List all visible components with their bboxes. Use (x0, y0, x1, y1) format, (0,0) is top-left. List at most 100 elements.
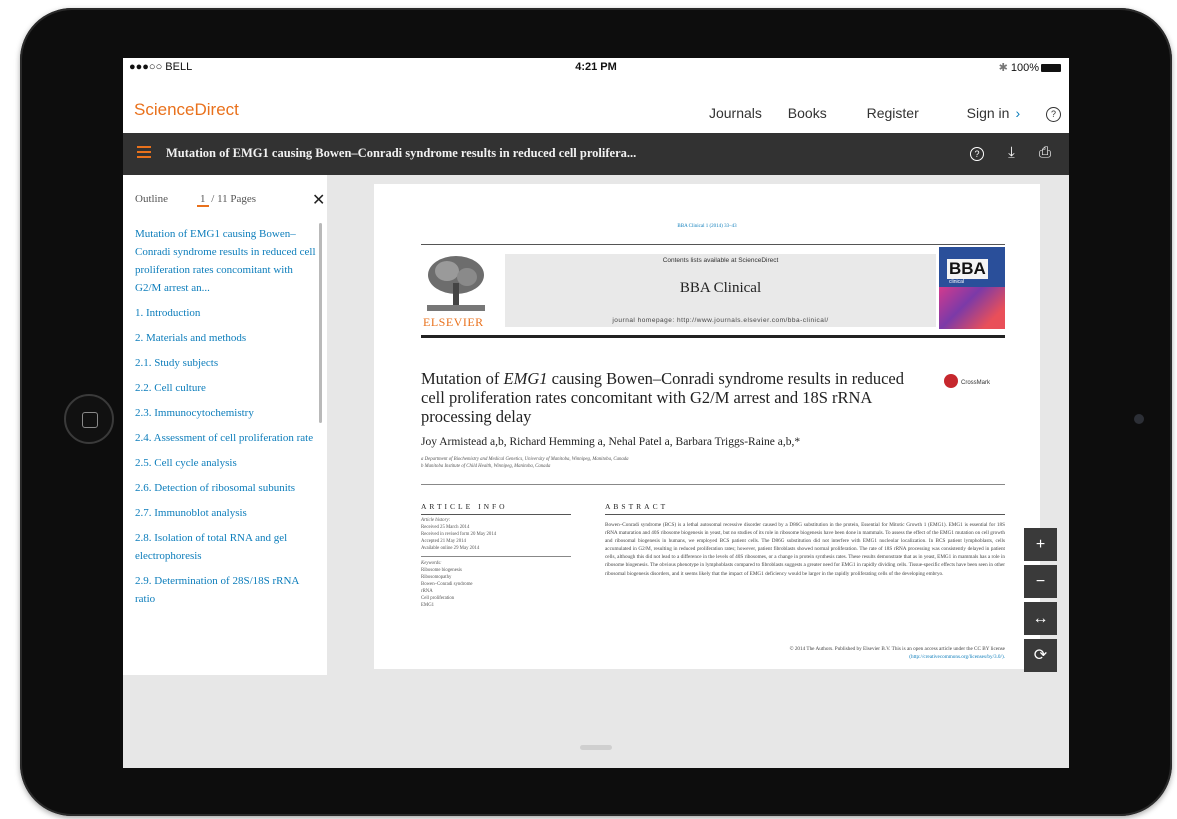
keyword: Ribosomopathy (421, 575, 452, 580)
outline-menu-icon[interactable] (137, 146, 151, 160)
outline-item[interactable]: 2.1. Study subjects (135, 354, 317, 372)
register-link[interactable]: Register (867, 105, 919, 121)
sign-in-label: Sign in (966, 105, 1010, 121)
outline-item[interactable]: 2.9. Determination of 28S/18S rRNA ratio (135, 572, 317, 608)
history-label: Article history: (421, 518, 451, 523)
cover-subtitle: clinical (949, 279, 965, 285)
page-indicator: 1 / 11 Pages (197, 193, 257, 207)
status-bar: ●●●○○ BELL 4:21 PM ✱ 100% (123, 58, 1069, 78)
article-info-heading: ARTICLE INFO (421, 502, 508, 511)
keyword: Ribosome biogenesis (421, 568, 462, 573)
info-rule (421, 514, 571, 515)
header-rule (421, 244, 1005, 245)
contents-lists-text: Contents lists available at ScienceDirec… (662, 257, 779, 264)
affiliation-a: a Department of Biochemistry and Medical… (421, 457, 629, 462)
cover-title: BBA (947, 259, 988, 279)
zoom-controls: + − ↔ ⟳ (1024, 528, 1057, 676)
journal-homepage[interactable]: journal homepage: http://www.journals.el… (505, 317, 936, 324)
license-text: © 2014 The Authors. Published by Elsevie… (789, 646, 1005, 652)
keyword: Cell proliferation (421, 596, 455, 601)
home-button[interactable] (64, 394, 114, 444)
journal-cover-image: BBA clinical (939, 247, 1005, 329)
help-icon[interactable]: ? (970, 147, 984, 161)
title-text: Mutation of (421, 369, 504, 388)
outline-panel: Outline 1 / 11 Pages ✕ Mutation of EMG1 … (123, 175, 327, 675)
total-pages: 11 Pages (217, 193, 257, 205)
nav-links: Journals Books Register Sign in › ? (687, 105, 1061, 122)
license-note: © 2014 The Authors. Published by Elsevie… (605, 645, 1005, 661)
rotate-button[interactable]: ⟳ (1024, 639, 1057, 672)
received-date: Received 25 March 2014 (421, 525, 470, 530)
license-link[interactable]: (http://creativecommons.org/licenses/by/… (605, 653, 1005, 661)
outline-item[interactable]: 2. Materials and methods (135, 329, 317, 347)
elsevier-tree-logo (423, 253, 489, 313)
fit-width-button[interactable]: ↔ (1024, 602, 1057, 635)
current-page[interactable]: 1 (197, 193, 209, 207)
print-icon[interactable]: ⎙ (1039, 144, 1051, 161)
front-camera (1134, 414, 1144, 424)
outline-item[interactable]: 2.8. Isolation of total RNA and gel elec… (135, 529, 317, 565)
article-title: Mutation of EMG1 causing Bowen–Conradi s… (421, 369, 931, 426)
close-icon[interactable]: ✕ (312, 190, 325, 210)
zoom-in-button[interactable]: + (1024, 528, 1057, 561)
outline-list: Mutation of EMG1 causing Bowen–Conradi s… (135, 225, 317, 615)
page-separator: / (211, 193, 215, 205)
revised-date: Received in revised form 20 May 2014 (421, 532, 497, 537)
journal-reference[interactable]: BBA Clinical 1 (2014) 33–43 (374, 224, 1040, 229)
zoom-out-button[interactable]: − (1024, 565, 1057, 598)
bluetooth-icon: ✱ (998, 62, 1008, 74)
journals-link[interactable]: Journals (709, 105, 762, 121)
home-indicator[interactable] (580, 745, 612, 750)
document-actions: ? ⤓ ⎙ (950, 144, 1051, 161)
article-history: Article history: Received 25 March 2014 … (421, 517, 571, 609)
author-list: Joy Armistead a,b, Richard Hemming a, Ne… (421, 436, 801, 448)
journal-name: BBA Clinical (679, 280, 762, 296)
keywords-label: Keywords: (421, 561, 442, 566)
affiliation-b: b Manitoba Institute of Child Health, Wi… (421, 464, 551, 469)
keyword: Bowen–Conradi syndrome (421, 582, 473, 587)
elsevier-wordmark: ELSEVIER (423, 315, 484, 329)
outline-item[interactable]: 2.5. Cell cycle analysis (135, 454, 317, 472)
download-icon[interactable]: ⤓ (1008, 144, 1015, 161)
chevron-right-icon: › (1015, 105, 1021, 121)
outline-item[interactable]: Mutation of EMG1 causing Bowen–Conradi s… (135, 225, 317, 297)
battery-indicator: ✱ 100% (999, 61, 1061, 74)
online-date: Available online 29 May 2014 (421, 546, 480, 551)
outline-item[interactable]: 2.7. Immunoblot analysis (135, 504, 317, 522)
abstract-text: Bowen–Conradi syndrome (BCS) is a lethal… (605, 522, 1005, 577)
cover-artwork (939, 287, 1005, 329)
accepted-date: Accepted 21 May 2014 (421, 539, 466, 544)
crossmark-label: CrossMark (961, 380, 991, 386)
outline-item[interactable]: 2.2. Cell culture (135, 379, 317, 397)
document-toolbar: Mutation of EMG1 causing Bowen–Conradi s… (123, 133, 1069, 175)
help-icon[interactable]: ? (1046, 107, 1061, 122)
keyword: EMG1 (421, 603, 435, 608)
sign-in-link[interactable]: Sign in › (945, 105, 1020, 121)
banner-rule (421, 335, 1005, 338)
books-link[interactable]: Books (788, 105, 827, 121)
tablet-screen: ●●●○○ BELL 4:21 PM ✱ 100% ScienceDirect … (123, 58, 1069, 768)
clock: 4:21 PM (575, 61, 617, 73)
outline-scrollbar[interactable] (319, 223, 322, 423)
battery-percent: 100% (1010, 62, 1039, 74)
document-title: Mutation of EMG1 causing Bowen–Conradi s… (166, 146, 637, 160)
author-rule (421, 484, 1005, 485)
pdf-page: BBA Clinical 1 (2014) 33–43 ELSEVIER Con… (374, 184, 1040, 669)
reader-content: Outline 1 / 11 Pages ✕ Mutation of EMG1 … (123, 175, 1069, 768)
affiliations: a Department of Biochemistry and Medical… (421, 456, 629, 470)
crossmark-icon (944, 374, 958, 388)
outline-label: Outline (135, 193, 168, 205)
outline-header: Outline 1 / 11 Pages ✕ (135, 192, 325, 209)
outline-item[interactable]: 2.3. Immunocytochemistry (135, 404, 317, 422)
crossmark-badge[interactable]: CrossMark (944, 374, 1004, 394)
sciencedirect-logo[interactable]: ScienceDirect (134, 100, 239, 120)
abstract-heading: ABSTRACT (605, 502, 669, 511)
battery-icon (1041, 64, 1061, 72)
top-navigation: ScienceDirect Journals Books Register Si… (123, 78, 1069, 133)
journal-banner: Contents lists available at ScienceDirec… (505, 254, 936, 327)
keyword: rRNA (421, 589, 433, 594)
outline-item[interactable]: 2.6. Detection of ribosomal subunits (135, 479, 317, 497)
outline-item[interactable]: 1. Introduction (135, 304, 317, 322)
outline-item[interactable]: 2.4. Assessment of cell proliferation ra… (135, 429, 317, 447)
title-gene: EMG1 (503, 369, 548, 388)
